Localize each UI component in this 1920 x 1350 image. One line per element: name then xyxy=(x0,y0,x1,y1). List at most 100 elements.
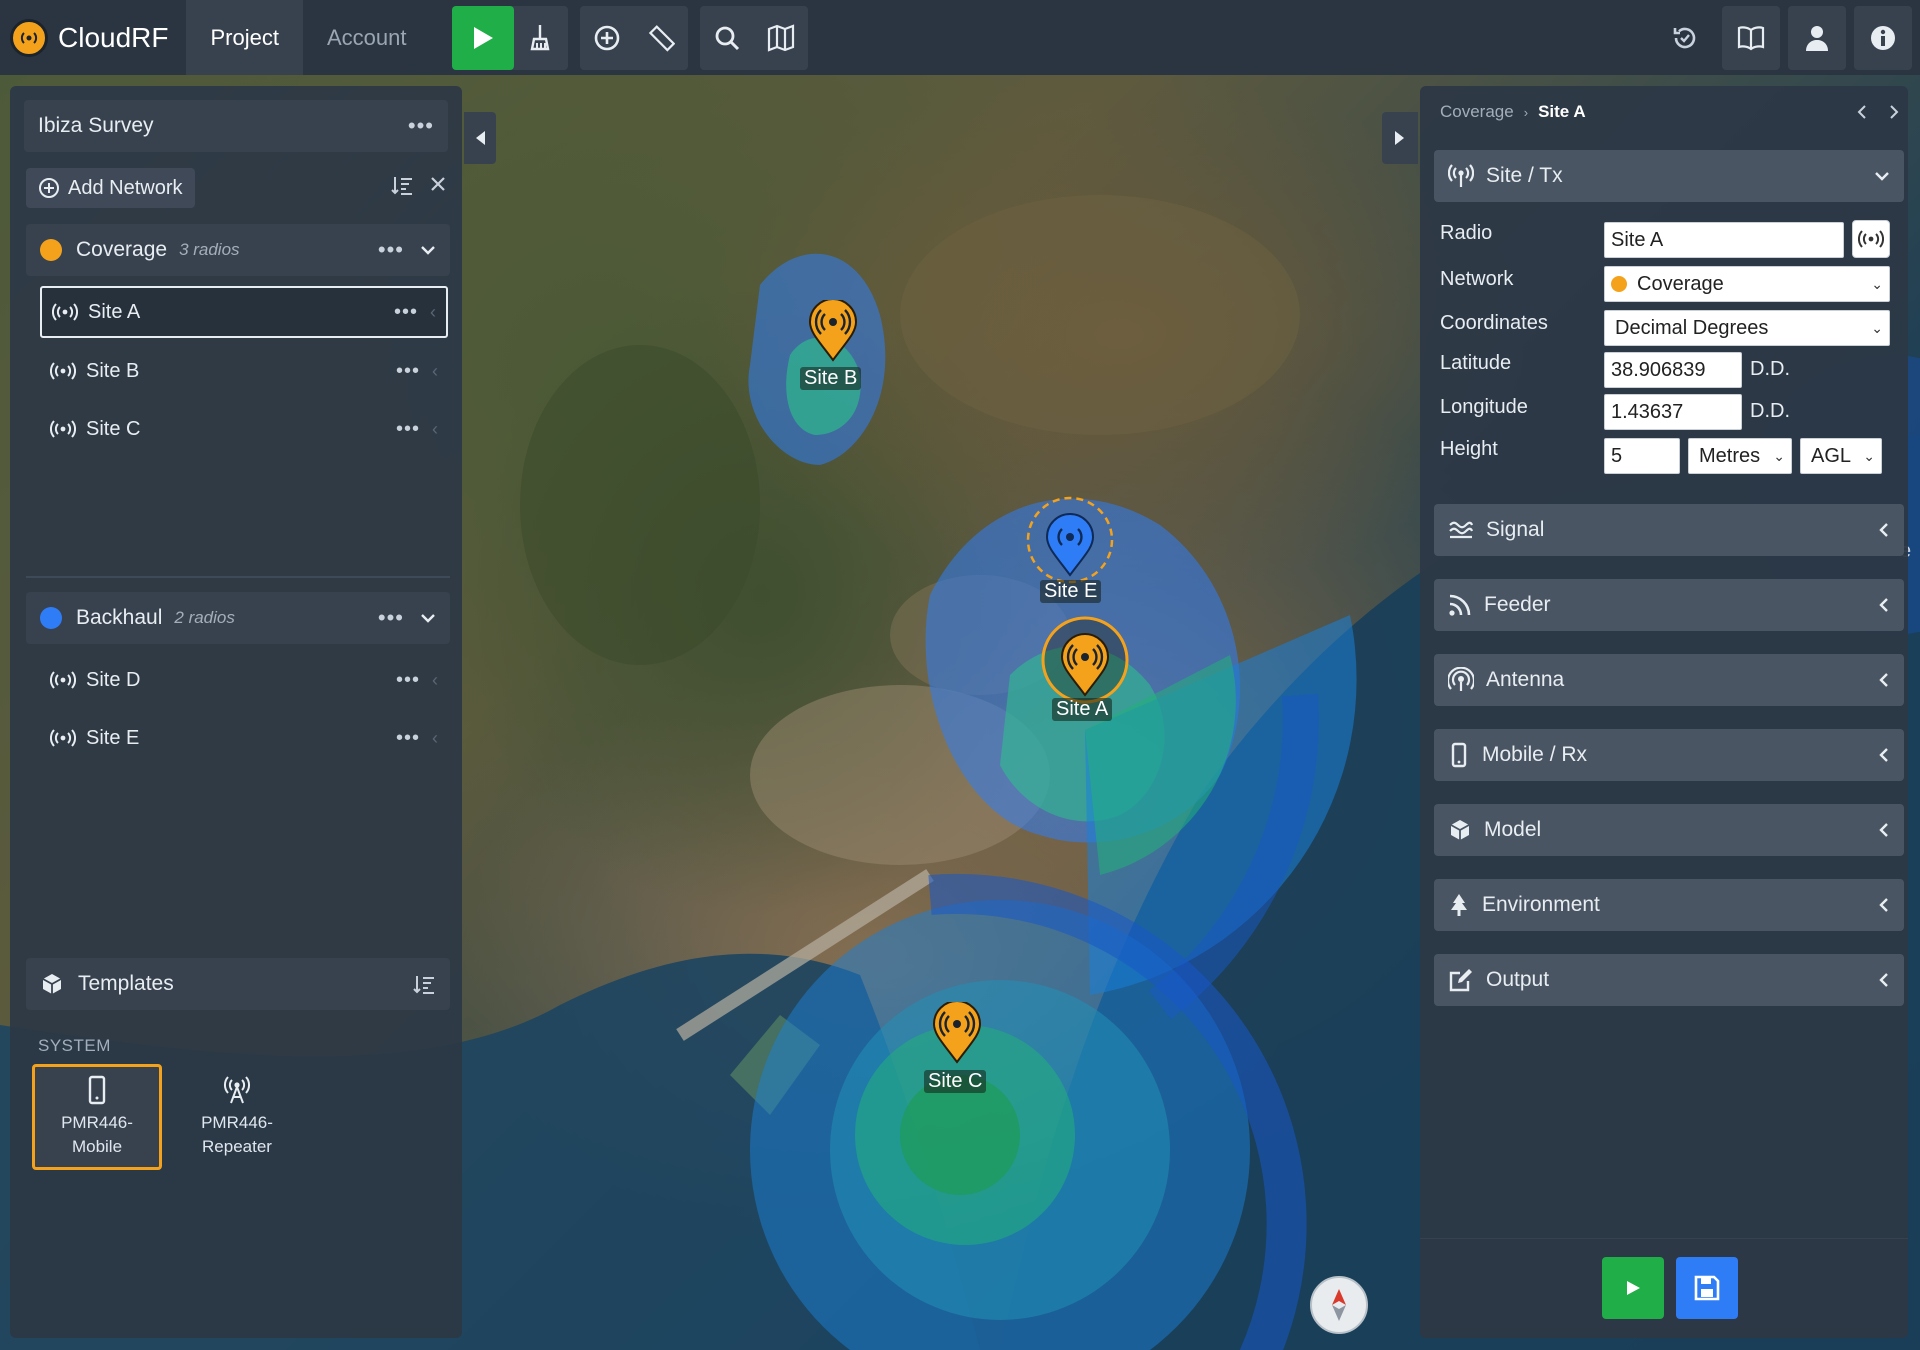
radio-tower-icon xyxy=(50,729,76,747)
section-mobile-rx[interactable]: Mobile / Rx xyxy=(1434,729,1904,781)
chevron-left-icon xyxy=(1879,673,1888,687)
radio-menu-icon[interactable]: ••• xyxy=(394,301,418,324)
radio-menu-icon[interactable]: ••• xyxy=(396,360,420,383)
network-backhaul[interactable]: Backhaul 2 radios ••• xyxy=(26,592,450,644)
panel-footer xyxy=(1420,1238,1908,1338)
save-icon xyxy=(1694,1275,1720,1301)
tab-project[interactable]: Project xyxy=(186,0,303,75)
section-environment[interactable]: Environment xyxy=(1434,879,1904,931)
section-signal[interactable]: Signal xyxy=(1434,504,1904,556)
project-panel: Ibiza Survey ••• Add Network Coverage 3 … xyxy=(10,86,462,1338)
template-line1: PMR446- xyxy=(201,1113,273,1132)
compass-icon[interactable] xyxy=(1310,1276,1368,1334)
sort-icon[interactable] xyxy=(412,973,436,995)
cube-icon xyxy=(42,974,62,994)
section-title: Mobile / Rx xyxy=(1482,743,1588,766)
template-group-label: SYSTEM xyxy=(38,1036,111,1055)
section-title: Antenna xyxy=(1486,668,1565,691)
book-icon[interactable] xyxy=(1722,5,1780,70)
broom-icon[interactable] xyxy=(514,6,568,70)
coordinates-label: Coordinates xyxy=(1440,312,1548,334)
height-unit-select[interactable]: Metres ⌄ xyxy=(1688,438,1792,474)
radio-menu-icon[interactable]: ••• xyxy=(396,418,420,441)
chevron-down-icon[interactable] xyxy=(420,612,436,624)
radio-item-site-a[interactable]: Site A ••• ‹ xyxy=(40,286,448,338)
plus-circle-icon[interactable] xyxy=(580,6,634,70)
radio-menu-icon[interactable]: ••• xyxy=(396,727,420,750)
run-button[interactable] xyxy=(1602,1257,1664,1319)
history-icon[interactable] xyxy=(1656,6,1714,70)
chevron-left-icon[interactable]: ‹ xyxy=(432,361,438,382)
collapse-right-panel-button[interactable] xyxy=(1382,112,1418,164)
network-select[interactable]: Coverage ⌄ xyxy=(1604,266,1890,302)
radio-name: Site B xyxy=(86,359,140,382)
network-menu-icon[interactable]: ••• xyxy=(378,237,404,263)
radio-item-site-c[interactable]: Site C ••• ‹ xyxy=(40,403,448,455)
network-color-dot xyxy=(40,239,62,261)
network-count: 3 radios xyxy=(179,240,240,259)
radio-item-site-d[interactable]: Site D ••• ‹ xyxy=(40,654,448,706)
save-button[interactable] xyxy=(1676,1257,1738,1319)
chevron-down-icon xyxy=(1875,172,1889,181)
chevron-left-icon[interactable]: ‹ xyxy=(432,728,438,749)
close-icon[interactable] xyxy=(428,174,448,194)
section-title: Model xyxy=(1484,818,1542,841)
radio-signal-icon[interactable] xyxy=(1852,220,1890,258)
sort-icon[interactable] xyxy=(390,174,414,196)
chevron-left-icon[interactable]: ‹ xyxy=(432,419,438,440)
chevron-left-icon[interactable]: ‹ xyxy=(432,670,438,691)
chevron-left-icon[interactable] xyxy=(1856,104,1868,120)
section-site-tx[interactable]: Site / Tx xyxy=(1434,150,1904,202)
rss-icon xyxy=(1449,594,1471,616)
template-line2: Repeater xyxy=(202,1137,272,1156)
section-title: Environment xyxy=(1482,893,1600,916)
network-coverage[interactable]: Coverage 3 radios ••• xyxy=(26,224,450,276)
map-icon[interactable] xyxy=(754,6,808,70)
template-line2: Mobile xyxy=(71,1137,123,1156)
longitude-field[interactable]: 1.43637 xyxy=(1604,394,1742,430)
radio-name-field[interactable]: Site A xyxy=(1604,222,1844,258)
radio-menu-icon[interactable]: ••• xyxy=(396,669,420,692)
top-bar: CloudRF Project Account xyxy=(0,0,1920,75)
chevron-down-icon[interactable] xyxy=(420,244,436,256)
project-menu-icon[interactable]: ••• xyxy=(408,113,434,139)
user-icon[interactable] xyxy=(1788,5,1846,70)
network-label: Network xyxy=(1440,268,1514,290)
chevron-left-icon xyxy=(1879,748,1888,762)
chevron-right-icon[interactable] xyxy=(1888,104,1900,120)
network-tools xyxy=(390,174,448,196)
plus-circle-icon xyxy=(39,178,59,198)
breadcrumb-parent[interactable]: Coverage xyxy=(1440,102,1514,122)
collapse-left-panel-button[interactable] xyxy=(464,112,496,164)
section-output[interactable]: Output xyxy=(1434,954,1904,1006)
info-icon[interactable] xyxy=(1854,5,1912,70)
templates-header[interactable]: Templates xyxy=(26,958,450,1010)
breadcrumb-nav xyxy=(1856,104,1900,120)
template-pmr446-mobile[interactable]: PMR446- Mobile xyxy=(32,1064,162,1170)
network-menu-icon[interactable]: ••• xyxy=(378,605,404,631)
ruler-icon[interactable] xyxy=(634,6,688,70)
chevron-left-icon[interactable]: ‹ xyxy=(430,302,436,323)
height-reference-select[interactable]: AGL ⌄ xyxy=(1800,438,1882,474)
template-pmr446-repeater[interactable]: PMR446- Repeater xyxy=(172,1064,302,1170)
add-network-button[interactable]: Add Network xyxy=(26,168,195,208)
mobile-icon xyxy=(1451,742,1467,768)
radio-item-site-e[interactable]: Site E ••• ‹ xyxy=(40,712,448,764)
coordinates-select[interactable]: Decimal Degrees ⌄ xyxy=(1604,310,1890,346)
play-icon[interactable] xyxy=(452,5,515,70)
section-antenna[interactable]: Antenna xyxy=(1434,654,1904,706)
edit-icon xyxy=(1449,969,1472,992)
run-tool-group xyxy=(452,5,569,70)
search-icon[interactable] xyxy=(700,6,754,70)
latitude-unit: D.D. xyxy=(1750,358,1790,380)
tab-account[interactable]: Account xyxy=(303,0,431,75)
latitude-field[interactable]: 38.906839 xyxy=(1604,352,1742,388)
chevron-down-icon: ⌄ xyxy=(1871,275,1883,292)
section-feeder[interactable]: Feeder xyxy=(1434,579,1904,631)
brand[interactable]: CloudRF xyxy=(0,0,186,75)
height-field[interactable]: 5 xyxy=(1604,438,1680,474)
radio-item-site-b[interactable]: Site B ••• ‹ xyxy=(40,345,448,397)
project-header[interactable]: Ibiza Survey ••• xyxy=(24,100,448,152)
section-model[interactable]: Model xyxy=(1434,804,1904,856)
breadcrumb: Coverage › Site A xyxy=(1440,102,1900,122)
